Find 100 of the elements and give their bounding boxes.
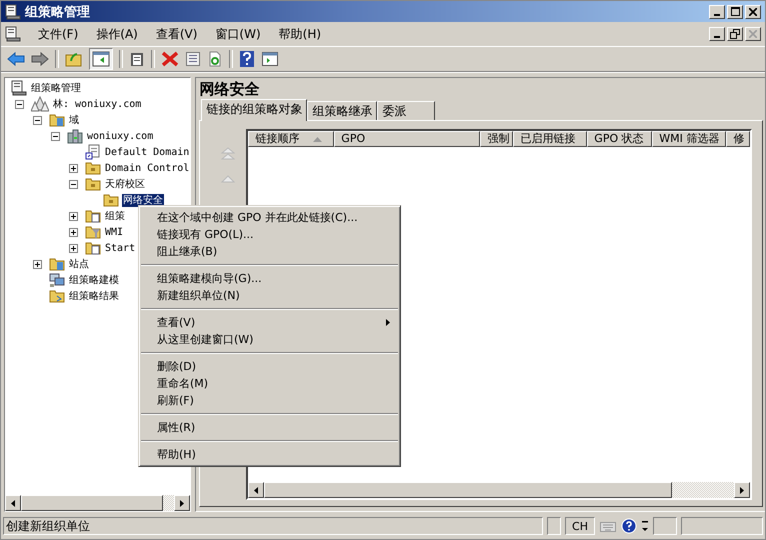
right-arrow-icon [180, 500, 184, 506]
menu-item[interactable]: 查看(V) [141, 314, 398, 331]
show-action-pane-icon[interactable] [261, 51, 279, 67]
tab[interactable]: 委派 [377, 101, 436, 120]
scroll-shortcut-icon [85, 144, 101, 160]
folder-icon [85, 224, 101, 240]
scroll-track[interactable] [163, 495, 174, 511]
close-button[interactable] [745, 4, 761, 18]
tree-item[interactable]: Start [104, 242, 136, 254]
tree-item[interactable]: Domain Control [104, 162, 190, 174]
menu-item[interactable]: 窗口(W) [206, 26, 270, 42]
console-icon [5, 26, 21, 42]
maximize-button[interactable] [727, 4, 743, 18]
tree-item[interactable]: 天府校区 [104, 178, 146, 190]
sort-ascending-icon [313, 136, 322, 142]
menu-item[interactable]: 属性(R) [141, 419, 398, 436]
left-arrow-icon [254, 486, 258, 494]
expander-icon[interactable] [69, 164, 78, 172]
folder-up-icon[interactable] [65, 51, 83, 67]
minimize-icon [714, 36, 720, 38]
folder-icon [85, 208, 101, 224]
folder-icon [85, 240, 101, 256]
expander-icon[interactable] [69, 244, 78, 252]
tree-item[interactable]: 站点 [68, 258, 90, 270]
console-icon [5, 4, 21, 20]
tab[interactable]: 链接的组策略对象 [201, 99, 308, 121]
scroll-thumb[interactable] [264, 482, 672, 498]
close-button[interactable] [745, 27, 761, 41]
menu-item[interactable]: 组策略建模向导(G)... [141, 270, 398, 287]
menu-item[interactable]: 操作(A) [87, 26, 147, 42]
forward-arrow-icon[interactable] [31, 51, 49, 67]
column-header[interactable]: 修 [726, 131, 750, 147]
console-icon [11, 80, 27, 96]
tree-item[interactable]: 组策 [104, 210, 126, 222]
server-icon [67, 128, 83, 144]
tree-item[interactable]: 组策略管理 [30, 82, 82, 94]
horizontal-scrollbar[interactable] [248, 482, 750, 498]
tree-item[interactable]: 网络安全 [122, 194, 164, 206]
left-arrow-icon [11, 500, 15, 506]
clipboard-icon[interactable] [129, 51, 145, 67]
status-panel [547, 517, 561, 535]
properties-icon[interactable] [185, 51, 201, 67]
maximize-icon [730, 7, 740, 16]
expander-icon[interactable] [69, 180, 78, 188]
scroll-thumb[interactable] [21, 495, 163, 511]
menu-item[interactable]: 新建组织单位(N) [141, 287, 398, 304]
status-panel [653, 517, 677, 535]
restore-icon [730, 29, 740, 39]
horizontal-scrollbar[interactable] [5, 495, 190, 511]
menu-item[interactable]: 帮助(H) [270, 26, 330, 42]
minimize-button[interactable] [709, 27, 725, 41]
menu-item[interactable]: 重命名(M) [141, 375, 398, 392]
menu-item[interactable]: 帮助(H) [141, 446, 398, 463]
column-header[interactable]: WMI 筛选器 [652, 131, 726, 147]
column-header[interactable]: 链接顺序 [248, 131, 334, 147]
column-header[interactable]: 已启用链接 [513, 131, 588, 147]
expander-icon[interactable] [33, 260, 42, 268]
column-header[interactable]: 强制 [480, 131, 514, 147]
help-icon[interactable] [239, 50, 255, 68]
tab[interactable]: 组策略继承 [307, 101, 378, 120]
back-arrow-icon[interactable] [7, 51, 25, 67]
tree-item[interactable]: 林: woniuxy.com [52, 98, 142, 110]
computers-icon [49, 272, 65, 288]
folder-icon [85, 176, 101, 192]
menu-item[interactable]: 阻止继承(B) [141, 243, 398, 260]
menu-item[interactable]: 刷新(F) [141, 392, 398, 409]
expander-icon[interactable] [33, 116, 42, 124]
folder-icon [49, 288, 65, 304]
menu-item[interactable]: 文件(F) [29, 26, 88, 42]
tree-item[interactable]: 组策略建模 [68, 274, 120, 286]
pane-title: 网络安全 [199, 80, 260, 100]
tree-item[interactable]: woniuxy.com [86, 130, 154, 142]
window-title: 组策略管理 [25, 4, 90, 20]
minimize-button[interactable] [709, 4, 725, 18]
minimize-icon [714, 14, 720, 16]
delete-icon[interactable] [161, 51, 179, 67]
menu-item[interactable]: 删除(D) [141, 358, 398, 375]
expander-icon[interactable] [51, 132, 60, 140]
tree-item[interactable]: Default Domain [104, 146, 190, 158]
folder-icon [85, 160, 101, 176]
column-header[interactable]: GPO 状态 [587, 131, 652, 147]
right-arrow-icon [740, 486, 744, 494]
show-hide-tree-icon[interactable] [89, 48, 113, 70]
column-header[interactable]: GPO [334, 131, 480, 147]
restore-button[interactable] [727, 27, 743, 41]
expander-icon[interactable] [15, 100, 24, 108]
menu-item[interactable]: 从这里创建窗口(W) [141, 331, 398, 348]
menu-item[interactable]: 在这个域中创建 GPO 并在此处链接(C)... [141, 209, 398, 226]
tree-item[interactable]: 组策略结果 [68, 290, 120, 302]
options-arrows-icon[interactable] [641, 519, 649, 533]
menu-item[interactable]: 查看(V) [146, 26, 206, 42]
expander-icon[interactable] [69, 228, 78, 236]
tree-item[interactable]: 域 [68, 114, 80, 126]
help-icon[interactable] [621, 518, 637, 534]
tree-item[interactable]: WMI [104, 226, 124, 238]
expander-icon[interactable] [69, 212, 78, 220]
menu-item[interactable]: 链接现有 GPO(L)... [141, 226, 398, 243]
status-message: 创建新组织单位 [3, 517, 543, 535]
input-language-indicator[interactable]: CH [565, 517, 595, 535]
refresh-icon[interactable] [207, 51, 223, 67]
